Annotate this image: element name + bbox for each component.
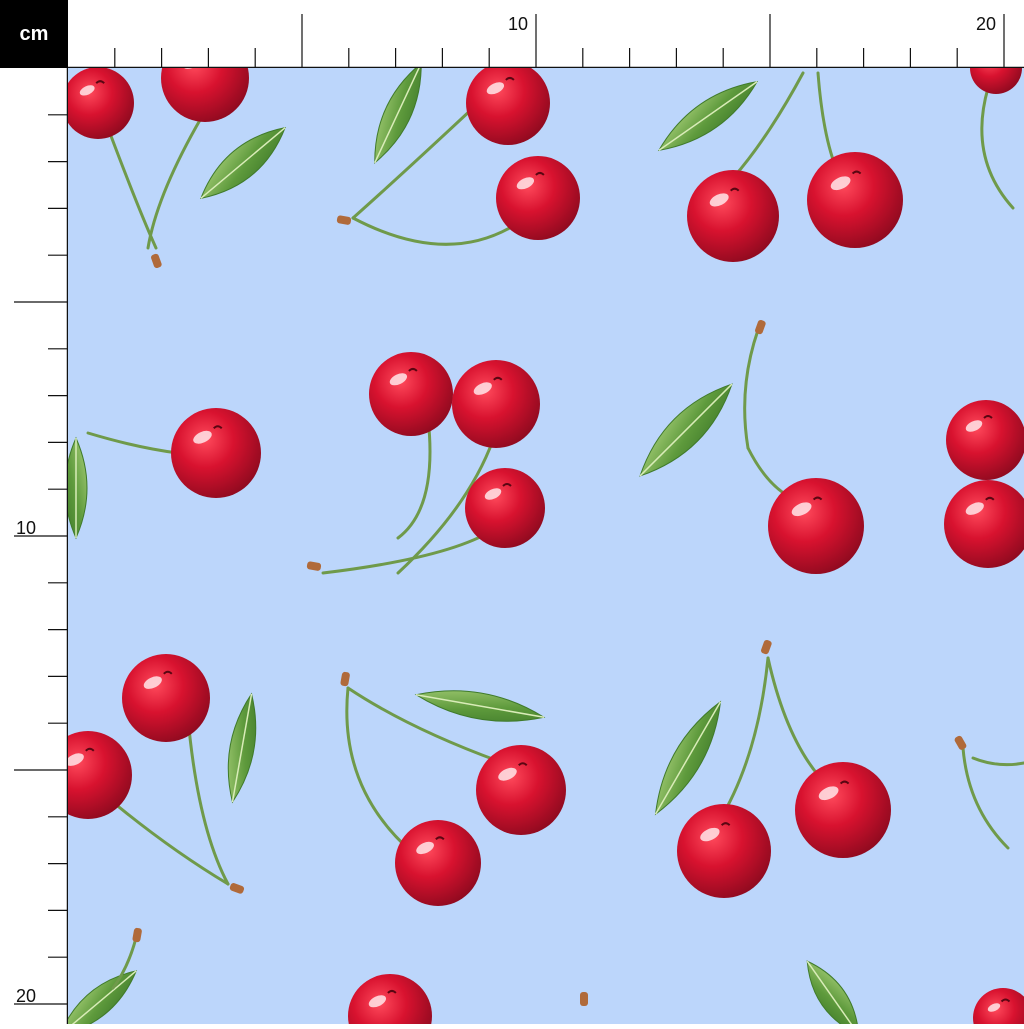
ruler-left-label-10: 10 (16, 518, 37, 538)
leaf (806, 960, 860, 1024)
cherry-body (465, 468, 545, 548)
cherry (768, 478, 864, 574)
stem-end (340, 671, 350, 687)
cherry-body (807, 152, 903, 248)
cherry (122, 654, 210, 742)
stem-end (761, 639, 772, 655)
cherry (348, 974, 432, 1024)
leaf (657, 80, 759, 152)
cherry-body (466, 68, 550, 145)
cherry-body (369, 352, 453, 436)
ruler-top-label-10: 10 (508, 14, 529, 34)
leaf (654, 700, 722, 816)
leaf-vein (639, 383, 733, 477)
cherry-stem (716, 656, 770, 825)
cherry (395, 820, 481, 906)
cherry-body (171, 408, 261, 498)
unit-label: cm (0, 0, 68, 68)
cherry (795, 762, 891, 858)
leaf (227, 692, 257, 804)
cherry (68, 731, 132, 819)
cherry-stem (351, 216, 520, 246)
cherry (476, 745, 566, 835)
stem-end (954, 735, 967, 750)
cherry-body (161, 68, 249, 122)
cherry (677, 804, 771, 898)
cherry-stem (396, 416, 432, 540)
cherry-stem (106, 126, 158, 250)
cherry (496, 156, 580, 240)
cherry-stem (971, 756, 1024, 767)
leaf-blade (806, 960, 860, 1024)
cherry (946, 400, 1024, 480)
cherry-stem (743, 328, 760, 450)
cherry-stem (345, 686, 415, 855)
cherry-body (946, 400, 1024, 480)
cherry-body (395, 820, 481, 906)
leaf (414, 690, 546, 722)
cherry-pattern (68, 68, 1024, 1024)
cherry (161, 68, 249, 122)
leaf-blade (68, 436, 88, 540)
cherry-body (677, 804, 771, 898)
stem-end (132, 927, 142, 943)
cherry-body (348, 974, 432, 1024)
stem-end (580, 992, 588, 1006)
ruler-top-ticks (68, 14, 1024, 69)
cherry-body (944, 480, 1024, 568)
cherry-body (687, 170, 779, 262)
stem-end (336, 215, 352, 225)
cherry-stem (351, 106, 475, 220)
leaf (200, 126, 286, 200)
cherry-body (122, 654, 210, 742)
cherry (452, 360, 540, 448)
cherry-body (476, 745, 566, 835)
cherry-stem (980, 86, 1015, 210)
cherry-stem (186, 716, 230, 886)
cherry (944, 480, 1024, 568)
cherry (465, 468, 545, 548)
leaf (639, 383, 733, 477)
ruler-left: 10 20 (0, 68, 69, 1024)
cherry (970, 68, 1022, 94)
stem-end (306, 561, 322, 571)
leaf-blade (68, 970, 138, 1024)
cherry-body (768, 478, 864, 574)
ruler-left-label-20: 20 (16, 986, 37, 1006)
cherry-body (970, 68, 1022, 94)
ruler-top: 10 20 (68, 0, 1024, 69)
ruler-top-label-20: 20 (976, 14, 997, 34)
stem-end (151, 253, 162, 269)
leaf (68, 970, 138, 1024)
cherry-stem (321, 528, 495, 575)
cherry-body (68, 68, 134, 139)
leaf (68, 436, 88, 540)
cherry-pattern-fabric (68, 68, 1024, 1024)
cherry-body (68, 731, 132, 819)
cherry (369, 352, 453, 436)
leaf-vein (654, 701, 722, 815)
cherry (68, 68, 134, 139)
cherry-body (795, 762, 891, 858)
cherry (171, 408, 261, 498)
cherry-stem (86, 431, 180, 455)
cherry (807, 152, 903, 248)
cherry (973, 988, 1024, 1024)
cherry-body (496, 156, 580, 240)
cherry (466, 68, 550, 145)
cherry (687, 170, 779, 262)
leaf-vein (658, 80, 758, 152)
stem-end (229, 883, 245, 894)
ruler-left-ticks (14, 68, 69, 1024)
stem-end (755, 319, 766, 335)
leaf-vein (200, 127, 286, 199)
cherry-body (452, 360, 540, 448)
